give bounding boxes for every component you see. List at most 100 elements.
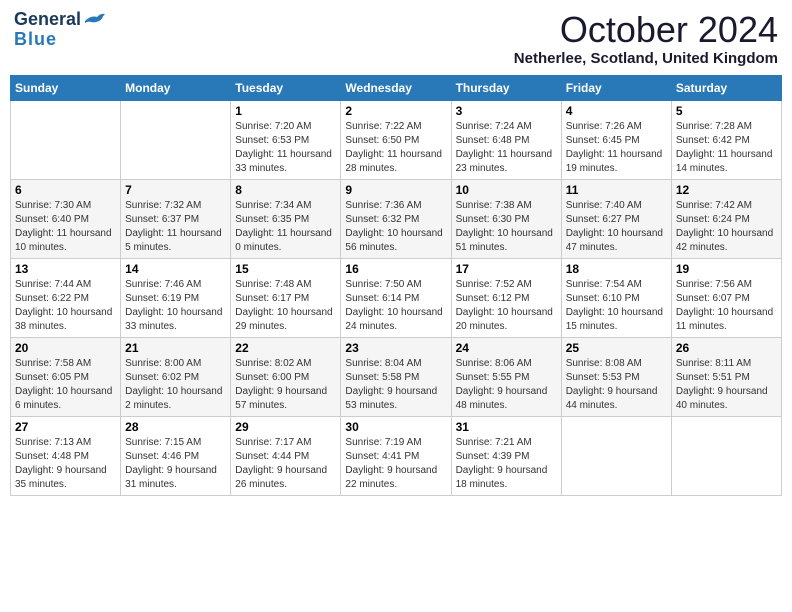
day-info: Sunrise: 8:02 AMSunset: 6:00 PMDaylight:… — [235, 357, 336, 413]
day-number: 29 — [235, 420, 336, 434]
weekday-header: Tuesday — [231, 75, 341, 100]
day-info: Sunrise: 7:46 AMSunset: 6:19 PMDaylight:… — [125, 278, 226, 334]
day-number: 6 — [15, 183, 116, 197]
day-number: 8 — [235, 183, 336, 197]
day-info: Sunrise: 7:44 AMSunset: 6:22 PMDaylight:… — [15, 278, 116, 334]
day-number: 28 — [125, 420, 226, 434]
calendar-cell — [671, 416, 781, 495]
day-number: 25 — [566, 341, 667, 355]
day-number: 31 — [456, 420, 557, 434]
calendar-cell: 26Sunrise: 8:11 AMSunset: 5:51 PMDayligh… — [671, 337, 781, 416]
day-number: 4 — [566, 104, 667, 118]
calendar-cell: 17Sunrise: 7:52 AMSunset: 6:12 PMDayligh… — [451, 258, 561, 337]
day-number: 30 — [345, 420, 446, 434]
day-info: Sunrise: 8:06 AMSunset: 5:55 PMDaylight:… — [456, 357, 557, 413]
calendar-week-row: 1 Sunrise: 7:20 AMSunset: 6:53 PMDaylight… — [11, 100, 782, 179]
day-number: 15 — [235, 262, 336, 276]
calendar-cell: 14 Sunrise: 7:46 AMSunset: 6:19 PMDayligh… — [121, 258, 231, 337]
calendar-cell: 18 Sunrise: 7:54 AMSunset: 6:10 PMDayligh… — [561, 258, 671, 337]
weekday-header: Thursday — [451, 75, 561, 100]
day-number: 17 — [456, 262, 557, 276]
day-number: 18 — [566, 262, 667, 276]
calendar-cell: 6 Sunrise: 7:30 AMSunset: 6:40 PMDaylight… — [11, 179, 121, 258]
day-info: Sunrise: 7:50 AMSunset: 6:14 PMDaylight:… — [345, 278, 446, 334]
day-info: Sunrise: 7:20 AMSunset: 6:53 PMDaylight:… — [235, 120, 336, 176]
calendar-cell: 20Sunrise: 7:58 AMSunset: 6:05 PMDayligh… — [11, 337, 121, 416]
day-info: Sunrise: 7:30 AMSunset: 6:40 PMDaylight:… — [15, 199, 116, 255]
calendar-cell: 3 Sunrise: 7:24 AMSunset: 6:48 PMDaylight… — [451, 100, 561, 179]
day-number: 24 — [456, 341, 557, 355]
calendar-cell: 16 Sunrise: 7:50 AMSunset: 6:14 PMDayligh… — [341, 258, 451, 337]
day-number: 7 — [125, 183, 226, 197]
day-info: Sunrise: 7:13 AMSunset: 4:48 PMDaylight:… — [15, 436, 116, 492]
calendar-cell: 27 Sunrise: 7:13 AMSunset: 4:48 PMDayligh… — [11, 416, 121, 495]
logo-general: General — [14, 10, 81, 30]
calendar-cell: 13 Sunrise: 7:44 AMSunset: 6:22 PMDayligh… — [11, 258, 121, 337]
day-number: 1 — [235, 104, 336, 118]
calendar-cell — [121, 100, 231, 179]
calendar-cell — [11, 100, 121, 179]
day-info: Sunrise: 8:11 AMSunset: 5:51 PMDaylight:… — [676, 357, 777, 413]
day-number: 14 — [125, 262, 226, 276]
day-info: Sunrise: 8:08 AMSunset: 5:53 PMDaylight:… — [566, 357, 667, 413]
day-number: 9 — [345, 183, 446, 197]
day-number: 23 — [345, 341, 446, 355]
weekday-header: Friday — [561, 75, 671, 100]
calendar-cell: 15Sunrise: 7:48 AMSunset: 6:17 PMDayligh… — [231, 258, 341, 337]
day-number: 3 — [456, 104, 557, 118]
calendar-week-row: 20Sunrise: 7:58 AMSunset: 6:05 PMDayligh… — [11, 337, 782, 416]
calendar-cell: 19 Sunrise: 7:56 AMSunset: 6:07 PMDayligh… — [671, 258, 781, 337]
day-info: Sunrise: 7:22 AMSunset: 6:50 PMDaylight:… — [345, 120, 446, 176]
calendar-cell: 11 Sunrise: 7:40 AMSunset: 6:27 PMDayligh… — [561, 179, 671, 258]
calendar-cell: 8 Sunrise: 7:34 AMSunset: 6:35 PMDaylight… — [231, 179, 341, 258]
day-info: Sunrise: 7:19 AMSunset: 4:41 PMDaylight:… — [345, 436, 446, 492]
day-number: 11 — [566, 183, 667, 197]
calendar-cell: 22 Sunrise: 8:02 AMSunset: 6:00 PMDayligh… — [231, 337, 341, 416]
day-number: 19 — [676, 262, 777, 276]
calendar-cell: 10 Sunrise: 7:38 AMSunset: 6:30 PMDayligh… — [451, 179, 561, 258]
title-block: October 2024 Netherlee, Scotland, United… — [514, 10, 778, 67]
day-number: 20 — [15, 341, 116, 355]
calendar-cell: 31 Sunrise: 7:21 AMSunset: 4:39 PMDayligh… — [451, 416, 561, 495]
day-info: Sunrise: 7:34 AMSunset: 6:35 PMDaylight:… — [235, 199, 336, 255]
calendar-cell: 1 Sunrise: 7:20 AMSunset: 6:53 PMDaylight… — [231, 100, 341, 179]
calendar-cell: 21 Sunrise: 8:00 AMSunset: 6:02 PMDayligh… — [121, 337, 231, 416]
calendar-cell: 4 Sunrise: 7:26 AMSunset: 6:45 PMDaylight… — [561, 100, 671, 179]
day-info: Sunrise: 7:26 AMSunset: 6:45 PMDaylight:… — [566, 120, 667, 176]
calendar-week-row: 27 Sunrise: 7:13 AMSunset: 4:48 PMDayligh… — [11, 416, 782, 495]
day-number: 2 — [345, 104, 446, 118]
day-info: Sunrise: 8:04 AMSunset: 5:58 PMDaylight:… — [345, 357, 446, 413]
day-info: Sunrise: 7:40 AMSunset: 6:27 PMDaylight:… — [566, 199, 667, 255]
logo-blue: Blue — [14, 30, 57, 50]
day-number: 21 — [125, 341, 226, 355]
day-info: Sunrise: 7:38 AMSunset: 6:30 PMDaylight:… — [456, 199, 557, 255]
day-info: Sunrise: 7:24 AMSunset: 6:48 PMDaylight:… — [456, 120, 557, 176]
day-number: 16 — [345, 262, 446, 276]
month-title: October 2024 — [514, 10, 778, 50]
day-number: 10 — [456, 183, 557, 197]
calendar-cell: 2 Sunrise: 7:22 AMSunset: 6:50 PMDaylight… — [341, 100, 451, 179]
calendar-cell: 12 Sunrise: 7:42 AMSunset: 6:24 PMDayligh… — [671, 179, 781, 258]
day-number: 27 — [15, 420, 116, 434]
calendar-cell: 5Sunrise: 7:28 AMSunset: 6:42 PMDaylight… — [671, 100, 781, 179]
day-info: Sunrise: 7:32 AMSunset: 6:37 PMDaylight:… — [125, 199, 226, 255]
weekday-header: Monday — [121, 75, 231, 100]
day-info: Sunrise: 7:56 AMSunset: 6:07 PMDaylight:… — [676, 278, 777, 334]
day-info: Sunrise: 7:17 AMSunset: 4:44 PMDaylight:… — [235, 436, 336, 492]
day-number: 12 — [676, 183, 777, 197]
day-info: Sunrise: 8:00 AMSunset: 6:02 PMDaylight:… — [125, 357, 226, 413]
day-info: Sunrise: 7:21 AMSunset: 4:39 PMDaylight:… — [456, 436, 557, 492]
day-number: 13 — [15, 262, 116, 276]
day-info: Sunrise: 7:36 AMSunset: 6:32 PMDaylight:… — [345, 199, 446, 255]
weekday-header: Saturday — [671, 75, 781, 100]
day-number: 22 — [235, 341, 336, 355]
day-info: Sunrise: 7:54 AMSunset: 6:10 PMDaylight:… — [566, 278, 667, 334]
calendar-cell: 29 Sunrise: 7:17 AMSunset: 4:44 PMDayligh… — [231, 416, 341, 495]
logo-bird-icon — [83, 13, 105, 29]
day-number: 5 — [676, 104, 777, 118]
weekday-header: Sunday — [11, 75, 121, 100]
calendar-header-row: SundayMondayTuesdayWednesdayThursdayFrid… — [11, 75, 782, 100]
day-info: Sunrise: 7:42 AMSunset: 6:24 PMDaylight:… — [676, 199, 777, 255]
calendar-cell — [561, 416, 671, 495]
calendar-cell: 28Sunrise: 7:15 AMSunset: 4:46 PMDayligh… — [121, 416, 231, 495]
